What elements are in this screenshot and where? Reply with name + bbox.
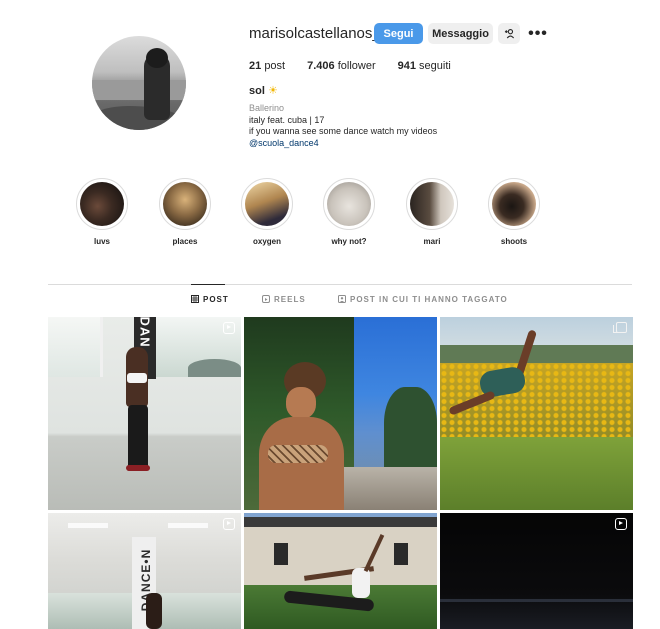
bio-line-1: italy feat. cuba | 17 (249, 115, 325, 125)
bikini-top (268, 445, 328, 463)
bio-line-2: if you wanna see some dance watch my vid… (249, 126, 438, 136)
highlight-ring (76, 178, 128, 230)
highlight-ring (406, 178, 458, 230)
highlight-ring (241, 178, 293, 230)
banner-text: DAN (137, 317, 153, 348)
bio-mention-link[interactable]: @scuola_dance4 (249, 138, 319, 148)
highlight-why-not[interactable]: why not? (319, 178, 379, 246)
tab-tagged[interactable]: POST IN CUI TI HANNO TAGGATO (338, 295, 508, 304)
profile-tabs: POST REELS POST IN CUI TI HANNO TAGGATO (0, 285, 660, 315)
person-face (286, 387, 316, 419)
post-thumbnail-6[interactable] (440, 513, 633, 629)
studio-window (48, 317, 103, 377)
highlight-ring (159, 178, 211, 230)
post-thumbnail-1[interactable]: DAN (48, 317, 241, 510)
grass (440, 437, 633, 510)
highlight-mari[interactable]: mari (402, 178, 462, 246)
post-thumbnail-4[interactable]: DANCE•N (48, 513, 241, 629)
reel-badge-icon (223, 518, 235, 530)
profile-avatar[interactable] (92, 36, 186, 130)
tab-reels[interactable]: REELS (262, 295, 306, 304)
profile-category: Ballerino (249, 103, 285, 113)
dancer-shoes (126, 465, 150, 471)
villa-building (244, 523, 437, 593)
more-options-button[interactable]: ••• (528, 23, 548, 44)
avatar-sea (92, 80, 186, 100)
person-body (259, 417, 344, 510)
highlight-label: mari (423, 237, 441, 246)
avatar-head (146, 48, 168, 68)
profile-username: marisolcastellanos_ (249, 25, 381, 42)
reel-badge-icon (223, 322, 235, 334)
profile-full-name: sol ☀ (249, 84, 278, 97)
sun-emoji-icon: ☀ (267, 85, 278, 97)
highlight-cover (245, 182, 289, 226)
posts-label: post (264, 60, 286, 72)
highlight-label: shoots (500, 237, 528, 246)
highlight-cover (327, 182, 371, 226)
highlight-shoots[interactable]: shoots (484, 178, 544, 246)
highlight-luvs[interactable]: luvs (72, 178, 132, 246)
tab-reels-label: REELS (274, 295, 306, 304)
reel-badge-icon (615, 518, 627, 530)
message-button[interactable]: Messaggio (428, 23, 493, 44)
followers-label: follower (337, 60, 376, 72)
tab-posts[interactable]: POST (191, 295, 229, 304)
highlight-label: places (172, 237, 198, 246)
full-name-text: sol (249, 85, 265, 97)
dancer-legs (128, 405, 148, 469)
dancer-torso (352, 568, 370, 598)
studio-hills (188, 359, 241, 377)
villa-window (394, 543, 408, 565)
highlight-ring (323, 178, 375, 230)
villa-window (274, 543, 288, 565)
follow-button[interactable]: Segui (374, 23, 423, 44)
posts-count: 21 (249, 60, 262, 72)
post-thumbnail-5[interactable] (244, 513, 437, 629)
add-user-icon (504, 29, 514, 39)
following-count: 941 (397, 60, 416, 72)
highlight-cover (163, 182, 207, 226)
highlight-places[interactable]: places (155, 178, 215, 246)
highlight-label: why not? (331, 237, 367, 246)
tagged-icon (338, 295, 346, 303)
profile-stats: 21 post 7.406 follower 941 seguiti (249, 60, 473, 72)
following-label: seguiti (419, 60, 451, 72)
dark-stage (440, 513, 633, 629)
highlight-ring (488, 178, 540, 230)
highlight-label: oxygen (252, 237, 281, 246)
hills (440, 345, 633, 365)
highlight-label: luvs (93, 237, 110, 246)
highlight-cover (80, 182, 124, 226)
posts-stat: 21 post (249, 60, 285, 72)
followers-count: 7.406 (307, 60, 335, 72)
tab-tagged-label: POST IN CUI TI HANNO TAGGATO (350, 295, 508, 304)
ceiling-light (68, 523, 108, 528)
trees (384, 387, 437, 477)
villa-roof (244, 517, 437, 527)
tab-posts-label: POST (203, 295, 229, 304)
ceiling-light (168, 523, 208, 528)
post-thumbnail-2[interactable] (244, 317, 437, 510)
more-icon: ••• (528, 24, 548, 42)
following-stat[interactable]: 941 seguiti (398, 60, 451, 72)
avatar-rock (92, 106, 186, 130)
reels-icon (262, 295, 270, 303)
dancer-silhouette (146, 593, 162, 629)
grid-icon (191, 295, 199, 303)
highlight-cover (410, 182, 454, 226)
dancer-top (127, 373, 147, 383)
highlight-oxygen[interactable]: oxygen (237, 178, 297, 246)
highlight-cover (492, 182, 536, 226)
carousel-badge-icon (613, 322, 627, 333)
followers-stat[interactable]: 7.406 follower (307, 60, 376, 72)
post-thumbnail-3[interactable] (440, 317, 633, 510)
stage-floor (440, 599, 633, 602)
suggested-users-button[interactable] (498, 23, 520, 44)
